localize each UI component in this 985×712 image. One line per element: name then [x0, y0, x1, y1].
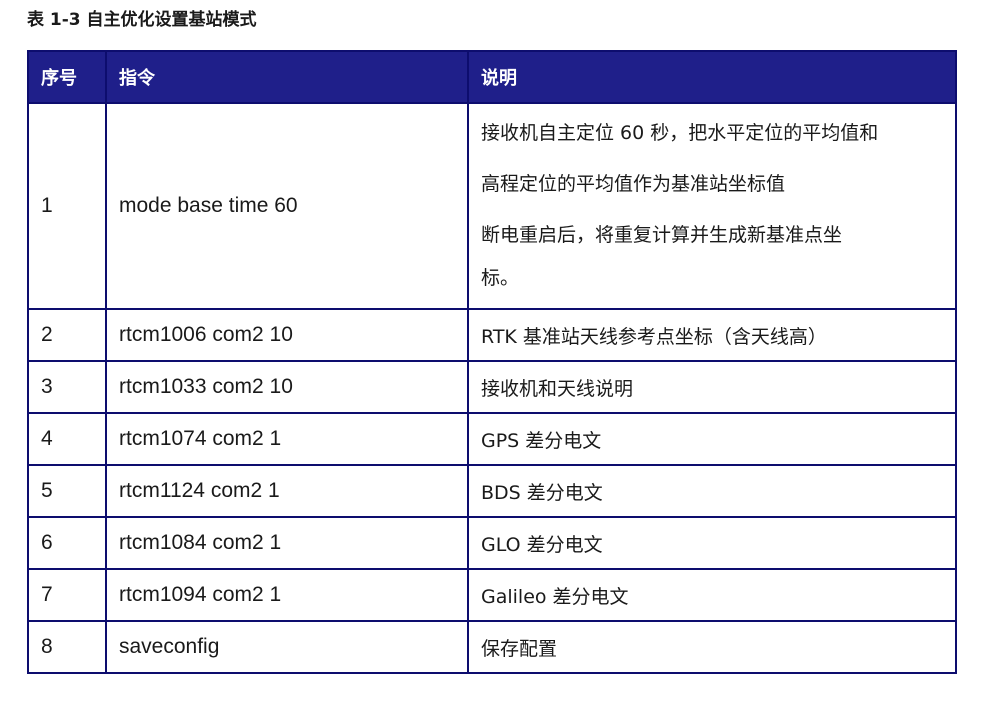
row-command: rtcm1124 com2 1: [105, 464, 469, 518]
row-description: RTK 基准站天线参考点坐标（含天线高）: [467, 308, 957, 362]
description-line: 接收机自主定位 60 秒，把水平定位的平均值和: [481, 122, 879, 144]
row-description: 接收机和天线说明: [467, 360, 957, 414]
row-command: rtcm1094 com2 1: [105, 568, 469, 622]
command-table: 序号 指令 说明 1 mode base time 60 接收机自主定位 60 …: [27, 50, 957, 674]
row-index: 5: [27, 464, 107, 518]
row-index: 2: [27, 308, 107, 362]
table-row: 6 rtcm1084 com2 1 GLO 差分电文: [27, 516, 957, 570]
table-header: 序号 指令 说明: [27, 50, 957, 104]
row-command: rtcm1033 com2 10: [105, 360, 469, 414]
table-row: 7 rtcm1094 com2 1 Galileo 差分电文: [27, 568, 957, 622]
row-command: mode base time 60: [105, 102, 469, 310]
table-row: 5 rtcm1124 com2 1 BDS 差分电文: [27, 464, 957, 518]
row-command: rtcm1006 com2 10: [105, 308, 469, 362]
row-description: 接收机自主定位 60 秒，把水平定位的平均值和 高程定位的平均值作为基准站坐标值…: [467, 102, 957, 310]
row-index: 6: [27, 516, 107, 570]
row-command: saveconfig: [105, 620, 469, 674]
row-description: GLO 差分电文: [467, 516, 957, 570]
header-index: 序号: [27, 50, 107, 104]
row-description: BDS 差分电文: [467, 464, 957, 518]
row-description: GPS 差分电文: [467, 412, 957, 466]
table-row: 4 rtcm1074 com2 1 GPS 差分电文: [27, 412, 957, 466]
row-index: 1: [27, 102, 107, 310]
row-command: rtcm1084 com2 1: [105, 516, 469, 570]
header-row: 序号 指令 说明: [27, 50, 957, 104]
table-row: 8 saveconfig 保存配置: [27, 620, 957, 674]
header-description: 说明: [467, 50, 957, 104]
row-description: Galileo 差分电文: [467, 568, 957, 622]
row-description: 保存配置: [467, 620, 957, 674]
row-command: rtcm1074 com2 1: [105, 412, 469, 466]
row-index: 8: [27, 620, 107, 674]
table-caption: 表 1-3 自主优化设置基站模式: [27, 10, 257, 30]
table-body: 1 mode base time 60 接收机自主定位 60 秒，把水平定位的平…: [27, 102, 957, 674]
table-row: 2 rtcm1006 com2 10 RTK 基准站天线参考点坐标（含天线高）: [27, 308, 957, 362]
header-command: 指令: [105, 50, 469, 104]
table-row: 3 rtcm1033 com2 10 接收机和天线说明: [27, 360, 957, 414]
description-lines: 接收机自主定位 60 秒，把水平定位的平均值和 高程定位的平均值作为基准站坐标值…: [481, 108, 943, 304]
row-index: 7: [27, 568, 107, 622]
row-index: 4: [27, 412, 107, 466]
table-row: 1 mode base time 60 接收机自主定位 60 秒，把水平定位的平…: [27, 102, 957, 310]
row-index: 3: [27, 360, 107, 414]
description-line: 高程定位的平均值作为基准站坐标值: [481, 173, 786, 195]
